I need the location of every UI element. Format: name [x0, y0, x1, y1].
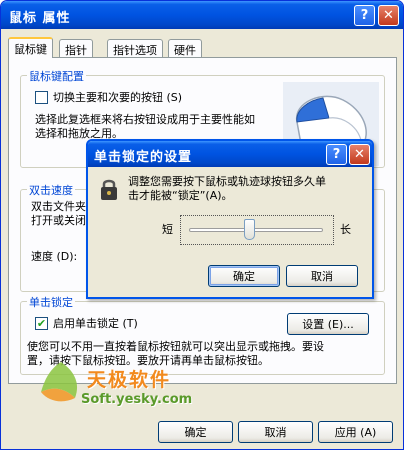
watermark-url: Soft.yesky.com	[81, 392, 193, 407]
click-lock-label[interactable]: 启用单击锁定 (T)	[53, 317, 138, 331]
click-lock-settings-dialog: 单击锁定的设置 ? ✕ 调整您需要按下鼠标或轨迹球按钮多久单 击才能被“锁定”(…	[86, 139, 374, 299]
tab-pointer-options[interactable]: 指针选项	[107, 39, 163, 57]
tab-buttons[interactable]: 鼠标键	[8, 37, 53, 58]
dialog-title: 单击锁定的设置	[94, 150, 193, 165]
dialog-text-1: 调整您需要按下鼠标或轨迹球按钮多久单	[128, 175, 326, 188]
cancel-button[interactable]: 取消	[238, 421, 313, 443]
dialog-cancel-button[interactable]: 取消	[286, 265, 358, 287]
slider-long-label: 长	[340, 223, 351, 236]
dialog-ok-button[interactable]: 确定	[208, 265, 280, 287]
click-lock-title: 单击锁定	[27, 294, 75, 310]
speed-label: 速度 (D):	[31, 250, 78, 263]
dialog-text-2: 击才能被“锁定”(A)。	[128, 189, 233, 202]
padlock-icon	[101, 179, 117, 200]
click-lock-checkbox[interactable]: ✔	[35, 317, 48, 330]
click-lock-settings-button[interactable]: 设置 (E)...	[287, 313, 369, 335]
watermark-brand: 天极软件	[87, 369, 172, 391]
title-bar[interactable]: 鼠标 属性 ? ✕	[1, 1, 403, 29]
slider-thumb[interactable]	[244, 219, 256, 240]
double-click-text-1: 双击文件夹	[31, 200, 86, 213]
yesky-logo-icon	[41, 362, 78, 402]
ok-button[interactable]: 确定	[158, 421, 233, 443]
slider-track	[189, 228, 323, 232]
dialog-help-button[interactable]: ?	[326, 144, 347, 165]
button-config-description: 选择此复选框来将右按钮设成用于主要性能如选择和拖放之用。	[35, 113, 255, 140]
switch-buttons-checkbox[interactable]	[35, 91, 48, 104]
close-button[interactable]: ✕	[378, 5, 399, 26]
slider-short-label: 短	[162, 223, 173, 236]
switch-buttons-label[interactable]: 切换主要和次要的按钮 (S)	[53, 91, 182, 105]
click-lock-slider[interactable]	[180, 215, 334, 245]
dialog-title-bar[interactable]: 单击锁定的设置 ? ✕	[88, 141, 372, 167]
window-title: 鼠标 属性	[9, 11, 71, 26]
dialog-close-button[interactable]: ✕	[349, 144, 370, 165]
tab-pointers[interactable]: 指针	[59, 39, 93, 57]
double-click-title: 双击速度	[27, 182, 75, 198]
button-config-title: 鼠标键配置	[27, 68, 86, 84]
click-lock-description-1: 使您可以不用一直按着鼠标按钮就可以突出显示或拖拽。要设	[27, 340, 324, 353]
double-click-text-2: 打开或关闭	[31, 214, 86, 227]
apply-button[interactable]: 应用 (A)	[318, 421, 393, 443]
help-button[interactable]: ?	[354, 5, 375, 26]
tab-hardware[interactable]: 硬件	[168, 39, 202, 57]
